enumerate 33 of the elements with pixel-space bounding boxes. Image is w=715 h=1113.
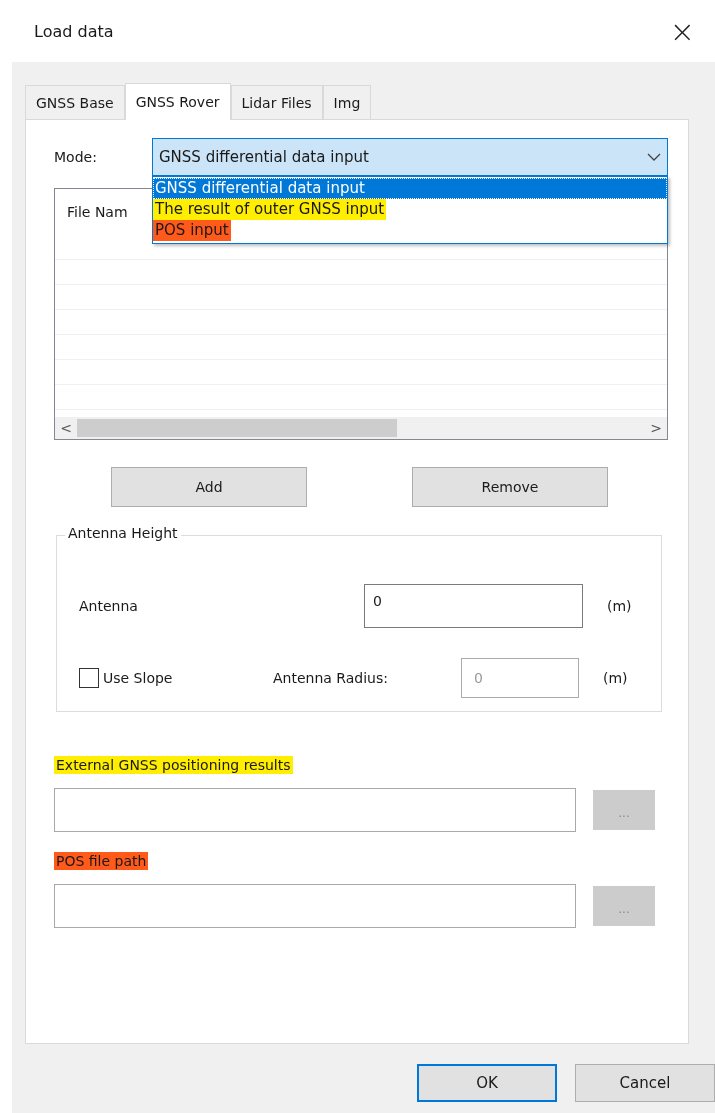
field-label: POS file path xyxy=(54,852,149,870)
group-title: Antenna Height xyxy=(65,525,181,541)
mode-label: Mode: xyxy=(54,149,98,165)
path-input[interactable] xyxy=(54,884,576,928)
dropdown-option[interactable]: The result of outer GNSS input xyxy=(153,199,387,220)
tab[interactable]: GNSS Rover xyxy=(124,83,231,120)
dialog-button[interactable]: OK xyxy=(417,1064,557,1102)
column-header[interactable]: File Nam xyxy=(67,204,128,220)
chevron-down-icon xyxy=(647,153,661,161)
tab[interactable]: GNSS Base xyxy=(25,85,125,119)
dropdown-option[interactable]: POS input xyxy=(153,220,231,241)
use-slope-checkbox[interactable] xyxy=(79,668,99,688)
unit-label: (m) xyxy=(603,670,628,686)
path-input[interactable] xyxy=(54,788,576,832)
window-title: Load data xyxy=(34,21,114,41)
action-button[interactable]: Remove xyxy=(412,467,608,507)
mode-dropdown[interactable]: GNSS differential data input xyxy=(152,138,668,176)
scroll-left-button[interactable]: < xyxy=(55,420,77,436)
field-label: External GNSS positioning results xyxy=(54,756,293,774)
antenna-input[interactable]: 0 xyxy=(364,584,583,628)
dialog-button[interactable]: Cancel xyxy=(575,1064,715,1102)
unit-label: (m) xyxy=(607,598,632,614)
action-button[interactable]: Add xyxy=(111,467,307,507)
dropdown-option[interactable]: GNSS differential data input xyxy=(153,178,667,199)
scroll-thumb[interactable] xyxy=(77,419,397,437)
tab[interactable]: Img xyxy=(322,85,372,119)
scroll-right-button[interactable]: > xyxy=(645,420,667,436)
horizontal-scrollbar[interactable]: < > xyxy=(55,417,667,439)
tab[interactable]: Lidar Files xyxy=(230,85,323,119)
checkbox-label: Use Slope xyxy=(103,670,174,686)
radius-label: Antenna Radius: xyxy=(273,670,389,686)
antenna-label: Antenna xyxy=(79,598,139,614)
close-button[interactable]: × xyxy=(663,13,701,49)
